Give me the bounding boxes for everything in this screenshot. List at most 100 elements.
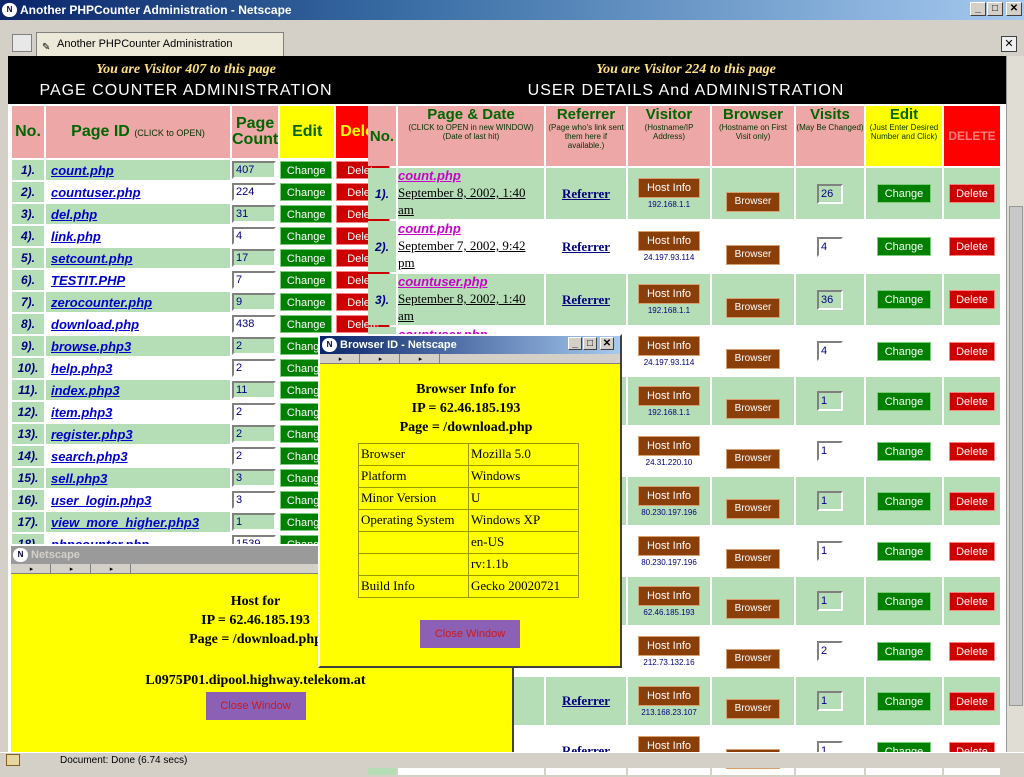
change-button[interactable]: Change [877,341,931,361]
host-info-button[interactable]: Host Info [638,178,700,198]
close-button[interactable]: ✕ [1006,2,1022,16]
browser-close-window-button[interactable]: Close Window [420,620,520,648]
count-input[interactable]: 224 [232,183,276,201]
browser-button[interactable]: Browser [726,499,780,519]
change-button[interactable]: Change [280,205,333,223]
page-link[interactable]: download.php [51,317,139,332]
count-input[interactable]: 2 [232,403,276,421]
vertical-scrollbar[interactable] [1006,56,1024,752]
page-link[interactable]: help.php3 [51,361,112,376]
count-input[interactable]: 2 [232,425,276,443]
change-button[interactable]: Change [877,391,931,411]
page-link[interactable]: TESTIT.PHP [51,273,125,288]
popup-minimize-button[interactable]: _ [568,337,582,350]
page-link[interactable]: view_more_higher.php3 [51,515,199,530]
visits-input[interactable]: 4 [817,341,843,361]
change-button[interactable]: Change [877,591,931,611]
change-button[interactable]: Change [877,641,931,661]
host-info-button[interactable]: Host Info [638,535,700,556]
nav-forward-icon[interactable]: ▸ [362,354,400,364]
count-input[interactable]: 407 [232,161,276,179]
count-input[interactable]: 3 [232,469,276,487]
referrer-link[interactable]: Referrer [562,186,610,201]
sidebar-toggle-icon[interactable] [12,34,32,52]
count-input[interactable]: 4 [232,227,276,245]
scroll-thumb[interactable] [1009,206,1023,706]
close-tab-icon[interactable]: ✕ [1001,36,1017,52]
change-button[interactable]: Change [877,237,931,256]
browser-button[interactable]: Browser [726,191,780,212]
count-input[interactable]: 7 [232,271,276,289]
change-button[interactable]: Change [877,441,931,461]
page-link[interactable]: countuser.php [398,274,488,289]
page-link[interactable]: sell.php3 [51,471,107,486]
count-input[interactable]: 3 [232,491,276,509]
visits-input[interactable]: 1 [817,491,843,511]
delete-button[interactable]: Delete [949,691,995,711]
browser-button[interactable]: Browser [726,549,780,569]
browser-button[interactable]: Browser [726,449,780,469]
visits-input[interactable]: 2 [817,641,843,661]
change-button[interactable]: Change [877,491,931,511]
popup-maximize-button[interactable]: □ [583,337,597,350]
page-link[interactable]: del.php [51,207,97,222]
page-link[interactable]: item.php3 [51,405,112,420]
delete-button[interactable]: Delete [949,641,995,661]
delete-button[interactable]: Delete [949,491,995,511]
visits-input[interactable]: 1 [817,391,843,411]
page-link[interactable]: setcount.php [51,251,133,266]
host-info-button[interactable]: Host Info [638,585,700,606]
page-link[interactable]: count.php [398,168,461,183]
page-link[interactable]: index.php3 [51,383,120,398]
host-info-button[interactable]: Host Info [638,231,700,251]
browser-button[interactable]: Browser [726,399,780,419]
page-link[interactable]: countuser.php [51,185,141,200]
page-link[interactable]: count.php [51,163,114,178]
browser-button[interactable]: Browser [726,599,780,619]
visits-input[interactable]: 26 [817,183,843,204]
delete-button[interactable]: Delete [949,184,995,203]
browser-button[interactable]: Browser [726,649,780,669]
delete-button[interactable]: Delete [949,391,995,411]
delete-button[interactable]: Delete [949,541,995,561]
change-button[interactable]: Change [280,315,333,333]
count-input[interactable]: 438 [232,315,276,333]
browser-button[interactable]: Browser [726,244,780,265]
popup-close-button[interactable]: ✕ [600,337,614,350]
referrer-link[interactable]: Referrer [562,292,610,307]
change-button[interactable]: Change [280,293,333,311]
delete-button[interactable]: Delete [949,441,995,461]
change-button[interactable]: Change [280,183,333,201]
nav-forward-icon[interactable]: ▸ [53,564,91,574]
count-input[interactable]: 2 [232,447,276,465]
referrer-link[interactable]: Referrer [562,693,610,708]
count-input[interactable]: 31 [232,205,276,223]
tab-phpcounter[interactable]: ✎ Another PHPCounter Administration [36,32,284,56]
visits-input[interactable]: 4 [817,236,843,257]
change-button[interactable]: Change [877,541,931,561]
change-button[interactable]: Change [280,227,333,245]
delete-button[interactable]: Delete [949,237,995,256]
visits-input[interactable]: 1 [817,541,843,561]
count-input[interactable]: 9 [232,293,276,311]
count-input[interactable]: 1 [232,513,276,531]
page-link[interactable]: zerocounter.php [51,295,152,310]
nav-reload-icon[interactable]: ▸ [93,564,131,574]
count-input[interactable]: 2 [232,337,276,355]
delete-button[interactable]: Delete [949,341,995,361]
visits-input[interactable]: 1 [817,441,843,461]
nav-back-icon[interactable]: ▸ [322,354,360,364]
delete-button[interactable]: Delete [949,290,995,309]
page-link[interactable]: count.php [398,221,461,236]
page-link[interactable]: link.php [51,229,101,244]
change-button[interactable]: Change [877,290,931,309]
count-input[interactable]: 11 [232,381,276,399]
browser-button[interactable]: Browser [726,349,780,369]
page-link[interactable]: user_login.php3 [51,493,151,508]
visits-input[interactable]: 36 [817,289,843,310]
browser-button[interactable]: Browser [726,699,780,719]
page-link[interactable]: register.php3 [51,427,133,442]
visits-input[interactable]: 1 [817,591,843,611]
delete-button[interactable]: Delete [949,591,995,611]
host-info-button[interactable]: Host Info [638,435,700,456]
